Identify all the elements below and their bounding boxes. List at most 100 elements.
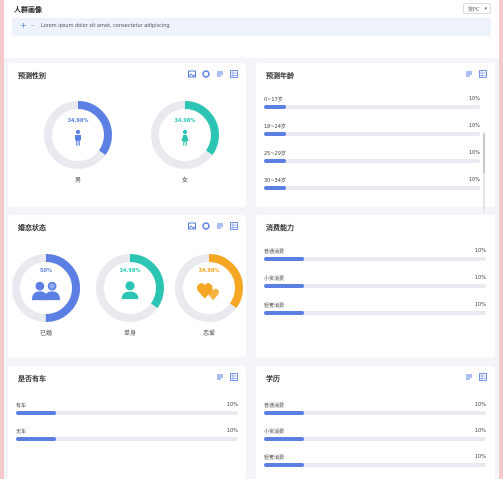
list-icon[interactable]	[216, 222, 224, 230]
bar-fill	[16, 411, 56, 415]
consumption-card: 消费能力 普通消费 10% 小资消费 10% 轻奢消费 10%	[256, 215, 495, 357]
couple-icon	[12, 280, 80, 301]
bar-row-label: 无车	[16, 429, 27, 435]
car-card-toolbar	[216, 373, 238, 381]
bar-row-value: 10%	[474, 428, 486, 434]
female-icon	[151, 129, 219, 147]
bar-row-value: 10%	[226, 428, 238, 434]
car-card-title: 是否有车	[18, 375, 46, 383]
bar-fill	[264, 284, 304, 288]
table-icon[interactable]	[479, 373, 487, 381]
bar-row-value: 10%	[474, 454, 486, 460]
table-icon[interactable]	[479, 70, 487, 78]
bar-track	[264, 257, 486, 261]
donut-percent-label: 34.98%	[119, 268, 141, 274]
bar-row-label: 18~24岁	[264, 124, 286, 130]
bar-track	[264, 186, 480, 190]
bar-track	[264, 159, 480, 163]
donut-category-label: 男	[74, 177, 81, 184]
age-card: 预测年龄 0~17岁 10% 18~24岁 10% 25~29岁 10% 30~34岁 10%	[256, 63, 495, 213]
page: 人群画像 按PC ▾ + – Lorem ipsum dolor sit ame…	[4, 0, 499, 479]
image-icon[interactable]	[188, 70, 196, 78]
bar-row-label: 小资消费	[264, 429, 285, 435]
bar-row-value: 10%	[474, 302, 486, 308]
car-card: 是否有车 有车 10% 无车 10%	[8, 366, 246, 479]
bar-row-label: 0~17岁	[264, 97, 283, 103]
bar-fill	[264, 257, 304, 261]
education-card: 学历 普通消费 10% 小资消费 10% 轻奢消费 10%	[256, 366, 495, 479]
top-bar: 人群画像 按PC ▾ + – Lorem ipsum dolor sit ame…	[4, 0, 499, 58]
platform-select-label: 按PC	[468, 7, 480, 13]
bar-row-label: 30~34岁	[264, 178, 286, 184]
donut-percent-label: 34.98%	[198, 268, 220, 274]
donut-category-label: 恋爱	[202, 330, 215, 337]
gender-card-title: 预测性别	[18, 72, 46, 80]
marital-card: 婚恋状态 50% 已婚 34.98% 单身 34.98% 恋爱	[8, 215, 246, 357]
page-title: 人群画像	[14, 6, 42, 14]
bar-track	[264, 105, 480, 109]
bar-track	[264, 132, 480, 136]
donut-category-label: 已婚	[39, 330, 52, 337]
bar-track	[264, 411, 486, 415]
bar-row-label: 普通消费	[264, 403, 285, 409]
bar-row-label: 小资消费	[264, 276, 285, 282]
bar-row-value: 10%	[474, 402, 486, 408]
gender-card: 预测性别 34.98% 男 34.98% 女	[8, 63, 246, 207]
age-card-toolbar	[465, 70, 487, 78]
donut-chart: 34.98% 男	[44, 101, 112, 189]
bar-row-label: 轻奢消费	[264, 303, 285, 309]
donut-chart: 50% 已婚	[12, 254, 80, 342]
table-icon[interactable]	[230, 70, 238, 78]
bar-fill	[264, 411, 304, 415]
education-card-toolbar	[465, 373, 487, 381]
education-card-title: 学历	[266, 375, 280, 383]
age-scrollbar-thumb[interactable]	[483, 133, 485, 173]
image-icon[interactable]	[188, 222, 196, 230]
bar-fill	[264, 159, 286, 163]
hearts-icon	[175, 280, 243, 302]
table-icon[interactable]	[230, 373, 238, 381]
bar-track	[264, 437, 486, 441]
donut-chart-icon[interactable]	[202, 70, 210, 78]
donut-percent-label: 50%	[40, 268, 52, 274]
bar-row-value: 10%	[468, 123, 480, 129]
bar-row-label: 有车	[16, 403, 27, 409]
donut-chart: 34.98% 单身	[96, 254, 164, 342]
bar-row-value: 10%	[468, 96, 480, 102]
list-icon[interactable]	[216, 70, 224, 78]
list-icon[interactable]	[465, 373, 473, 381]
donut-percent-label: 34.98%	[67, 118, 89, 124]
bar-fill	[264, 437, 304, 441]
bar-row-value: 10%	[474, 275, 486, 281]
male-icon	[44, 129, 112, 147]
consumption-card-title: 消费能力	[266, 224, 294, 232]
notice-bar: + – Lorem ipsum dolor sit amet, consecte…	[12, 18, 491, 36]
table-icon[interactable]	[230, 222, 238, 230]
donut-chart: 34.98% 恋爱	[175, 254, 243, 342]
bar-row-label: 25~29岁	[264, 151, 286, 157]
bar-fill	[264, 105, 286, 109]
bar-track	[264, 463, 486, 467]
bar-row-value: 10%	[226, 402, 238, 408]
bar-fill	[264, 311, 304, 315]
donut-percent-label: 34.98%	[174, 118, 196, 124]
donut-chart-icon[interactable]	[202, 222, 210, 230]
bar-track	[16, 437, 238, 441]
bar-fill	[16, 437, 56, 441]
list-icon[interactable]	[465, 70, 473, 78]
minus-icon[interactable]: –	[31, 21, 35, 29]
donut-category-label: 女	[181, 177, 188, 184]
platform-select[interactable]: 按PC ▾	[463, 3, 491, 14]
bar-fill	[264, 186, 286, 190]
bar-row-value: 10%	[468, 177, 480, 183]
donut-category-label: 单身	[123, 330, 136, 337]
marital-card-toolbar	[188, 222, 238, 230]
gender-card-toolbar	[188, 70, 238, 78]
list-icon[interactable]	[216, 373, 224, 381]
plus-icon[interactable]: +	[20, 21, 27, 30]
age-card-title: 预测年龄	[266, 72, 294, 80]
bar-row-label: 轻奢消费	[264, 455, 285, 461]
age-scrollbar[interactable]	[483, 133, 485, 213]
bar-row-value: 10%	[468, 150, 480, 156]
donut-chart: 34.98% 女	[151, 101, 219, 189]
